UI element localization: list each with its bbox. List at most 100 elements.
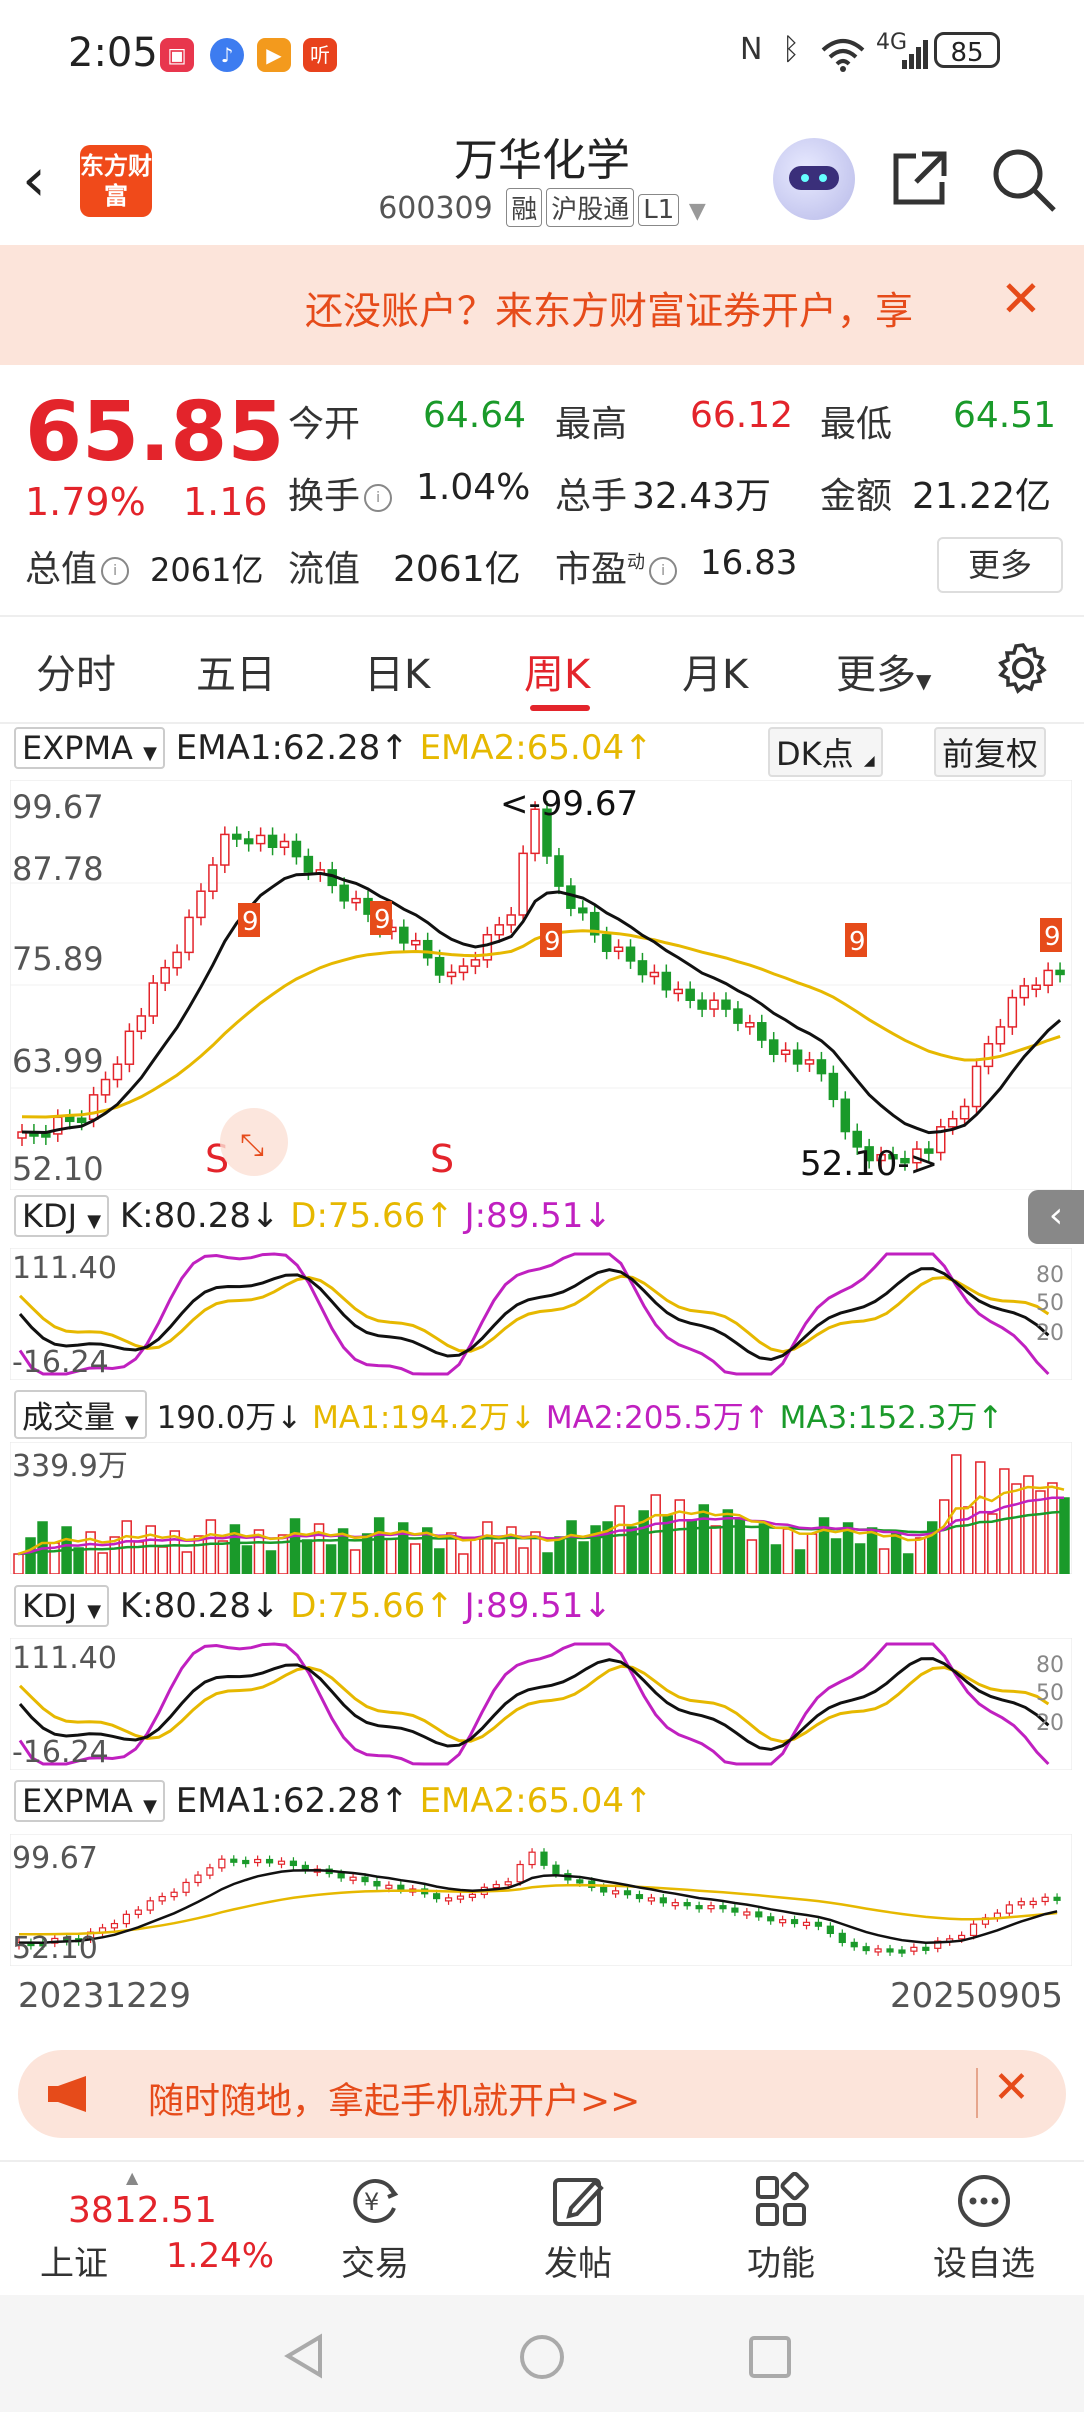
volume-bar — [205, 1519, 217, 1574]
ma2-value: MA2:205.5万↑ — [545, 1400, 770, 1436]
volume-bar — [1023, 1475, 1034, 1574]
volume-bar — [866, 1527, 878, 1574]
ai-assistant-avatar[interactable] — [773, 138, 855, 220]
overview-candle-body — [361, 1876, 369, 1883]
open-account-banner[interactable]: 还没账户？来东方财富证券开户，享 ✕ — [0, 245, 1084, 365]
nav-trade[interactable]: ¥ 交易 — [315, 2172, 435, 2285]
overview-candle-body — [707, 1905, 715, 1910]
overview-candle-body — [683, 1902, 691, 1907]
tab-weekly-k[interactable]: 周K — [524, 642, 590, 700]
tab-more[interactable]: 更多▼ — [836, 642, 931, 700]
candle-body — [208, 864, 218, 892]
bluetooth-icon: ᛒ — [782, 32, 800, 67]
more-stats-button[interactable]: 更多 — [937, 537, 1063, 593]
nav-add-watchlist[interactable]: 设自选 — [924, 2172, 1044, 2285]
info-icon[interactable]: i — [101, 557, 130, 585]
adjust-button[interactable]: 前复权 — [934, 727, 1047, 777]
overview-candle-body — [433, 1893, 441, 1900]
nav-functions[interactable]: 功能 — [721, 2172, 841, 2285]
stat-label: 最高 — [555, 404, 628, 445]
tab-intraday[interactable]: 分时 — [36, 642, 116, 700]
kdj-chart[interactable]: 111.40 -16.24 80 50 20 — [10, 1248, 1072, 1380]
k-value: K:80.28 — [119, 1196, 251, 1236]
volume-bar — [73, 1547, 84, 1574]
share-icon[interactable] — [888, 146, 952, 210]
overview-candle-body — [492, 1883, 500, 1889]
candle-body — [721, 999, 731, 1010]
battery-icon: 85 — [934, 32, 1000, 68]
nav-trade-label: 交易 — [341, 2244, 409, 2284]
expand-caret-icon[interactable]: ▼ — [689, 199, 706, 224]
nav-post[interactable]: 发帖 — [518, 2172, 638, 2285]
recents-square-icon[interactable] — [748, 2335, 792, 2379]
home-circle-icon[interactable] — [518, 2333, 566, 2381]
overview-y-min: 52.10 — [12, 1931, 98, 1966]
side-panel-toggle[interactable]: ‹ — [1028, 1190, 1084, 1244]
volume-bar — [181, 1551, 193, 1574]
d2-value: D:75.66↑ — [290, 1586, 454, 1626]
volume-bar — [25, 1537, 36, 1574]
caret-down-icon: ▼ — [124, 1412, 139, 1433]
candle-body — [160, 966, 170, 984]
candle-body — [757, 1022, 767, 1041]
kdj-chart-2[interactable]: 111.40 -16.24 80 50 20 — [10, 1638, 1072, 1770]
info-icon[interactable]: i — [364, 484, 393, 512]
candle-body — [947, 1117, 958, 1128]
candle-body — [303, 855, 314, 873]
candle-body — [804, 1059, 815, 1065]
overview-candle-body — [743, 1911, 751, 1916]
stat-label: 今开 — [288, 404, 361, 445]
dk-button[interactable]: DK点 ◢ — [768, 727, 883, 777]
candle-body — [995, 1026, 1006, 1045]
expand-icon[interactable]: ⤡ — [240, 1128, 264, 1163]
volume-select[interactable]: 成交量 ▼ — [14, 1390, 147, 1439]
candle-body — [470, 959, 481, 967]
overview-candle-body — [134, 1909, 142, 1915]
volume-bar — [265, 1550, 277, 1574]
stat-value-market-cap: 2061亿 — [150, 551, 264, 589]
overview-candle-body — [731, 1907, 739, 1913]
overview-candle-body — [254, 1858, 262, 1864]
period-tabs: 分时 五日 日K 周K 月K 更多▼ — [0, 615, 1084, 724]
overview-candle-body — [874, 1948, 882, 1953]
caret-down-icon: ▼ — [143, 743, 157, 764]
overview-candle-body — [910, 1946, 918, 1952]
gear-icon[interactable] — [996, 641, 1050, 695]
back-triangle-icon[interactable] — [282, 2333, 328, 2379]
kdj-select[interactable]: KDJ ▼ — [14, 1195, 110, 1237]
volume-bar — [217, 1540, 229, 1574]
j2-label: J:89.51 — [464, 1586, 584, 1626]
main-indicator-row: EXPMA ▼ EMA1:62.28↑ EMA2:65.04↑ — [14, 727, 653, 769]
tab-monthly-k[interactable]: 月K — [682, 642, 748, 700]
index-ticker[interactable]: ▲ 3812.51 上证 1.24% — [40, 2168, 290, 2284]
kdj-name: KDJ — [22, 1197, 78, 1235]
indicator-select[interactable]: EXPMA ▼ — [14, 727, 165, 769]
volume-chart[interactable]: 339.9万 — [10, 1442, 1072, 1574]
stat-label: 市盈动 i — [555, 540, 678, 592]
search-icon[interactable] — [990, 146, 1058, 214]
kdj2-select[interactable]: KDJ ▼ — [14, 1585, 110, 1627]
close-icon[interactable]: ✕ — [993, 2062, 1030, 2113]
nine-marker-label: 9 — [374, 905, 391, 935]
candle-body — [697, 999, 707, 1010]
weekly-k-chart[interactable]: 9 9 9 9 9 99.67 87.78 75.89 63.99 52.10 <-99… — [10, 780, 1072, 1190]
candle-body — [828, 1072, 839, 1101]
volume-bar — [1035, 1490, 1046, 1574]
overview-chart[interactable]: 99.67 52.10 — [10, 1834, 1072, 1966]
candle-body — [816, 1059, 827, 1075]
volume-bar — [145, 1525, 156, 1574]
tab-more-label: 更多 — [836, 652, 916, 698]
overview-indicator-select[interactable]: EXPMA ▼ — [14, 1780, 165, 1822]
tab-five-day[interactable]: 五日 — [196, 642, 276, 700]
kdj2-level-20: 20 — [1036, 1711, 1064, 1736]
tab-daily-k[interactable]: 日K — [364, 642, 430, 700]
info-icon[interactable]: i — [649, 557, 678, 585]
candle-body — [100, 1078, 111, 1096]
volume-bar — [854, 1543, 866, 1574]
nav-post-label: 发帖 — [544, 2244, 612, 2284]
turnover-label: 换手 — [288, 476, 361, 517]
close-icon[interactable]: ✕ — [1000, 270, 1042, 328]
dk-label: DK点 — [776, 735, 854, 773]
open-account-promo[interactable]: 随时随地，拿起手机就开户>> ✕ — [18, 2050, 1066, 2138]
candle-body — [983, 1043, 994, 1068]
